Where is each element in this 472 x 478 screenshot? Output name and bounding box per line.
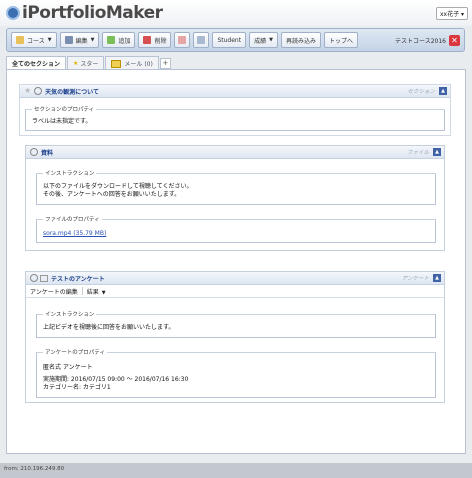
star-icon: ★ xyxy=(73,60,79,67)
edit-menu-button[interactable]: 編集 ▼ xyxy=(59,32,100,48)
info-button[interactable] xyxy=(193,32,210,48)
help-icon xyxy=(178,36,187,44)
add-icon xyxy=(107,36,116,44)
help-button[interactable] xyxy=(174,32,191,48)
reload-button[interactable]: 再読み込み xyxy=(280,32,321,48)
add-label: 追加 xyxy=(118,37,131,45)
chevron-down-icon: ▼ xyxy=(90,37,95,43)
edit-icon xyxy=(64,36,73,44)
results-label: 結果 xyxy=(86,288,99,296)
material-panel: 資料 ファイル ▲ インストラクション 以下のファイルをダウンロードして視聴して… xyxy=(25,145,445,251)
survey-category: カテゴリー名: カテゴリ1 xyxy=(43,384,111,391)
grades-label: 成績 xyxy=(254,37,267,45)
tab-label: メール (0) xyxy=(124,61,153,68)
section-properties-legend: セクションのプロパティ xyxy=(32,105,97,113)
visibility-icon[interactable] xyxy=(30,148,38,156)
star-toggle-icon[interactable]: ★ xyxy=(24,87,31,95)
student-view-button[interactable]: Student xyxy=(212,32,247,48)
client-ip: from: 210.196.249.80 xyxy=(4,466,65,472)
material-instruction: インストラクション 以下のファイルをダウンロードして視聴してください。 その後、… xyxy=(36,169,436,205)
survey-type-label: アンケート xyxy=(401,276,429,282)
close-icon[interactable]: ✕ xyxy=(449,34,460,46)
tab-mail[interactable]: メール (0) xyxy=(105,56,159,70)
gear-logo-icon xyxy=(6,6,20,20)
student-label: Student xyxy=(217,36,242,44)
main-content: ★ 天気の観測について セクション ▲ セクションのプロパティ ラベルは未指定で… xyxy=(6,69,466,454)
file-properties-legend: ファイルのプロパティ xyxy=(43,215,102,223)
section-weather: ★ 天気の観測について セクション ▲ セクションのプロパティ ラベルは未指定で… xyxy=(19,84,451,136)
grades-menu-button[interactable]: 成績 ▼ xyxy=(249,32,278,48)
app-logo[interactable]: iPortfolioMaker xyxy=(6,3,163,23)
survey-header: テストのアンケート アンケート ▲ xyxy=(26,272,444,285)
edit-label: 編集 xyxy=(75,37,88,45)
top-label: トップへ xyxy=(328,37,353,45)
visibility-icon[interactable] xyxy=(34,87,43,95)
delete-label: 削除 xyxy=(154,37,167,45)
status-footer: from: 210.196.249.80 xyxy=(0,463,472,478)
add-button[interactable]: 追加 xyxy=(102,32,136,48)
results-menu-button[interactable]: 結果 ▼ xyxy=(87,287,106,296)
instruction-legend: インストラクション xyxy=(43,169,97,177)
section-title[interactable]: 天気の観測について xyxy=(45,87,99,96)
tab-all-sections[interactable]: 全てのセクション xyxy=(6,56,67,70)
instruction-legend: インストラクション xyxy=(43,310,97,318)
material-title[interactable]: 資料 xyxy=(41,148,53,157)
chevron-down-icon: ▼ xyxy=(101,289,106,296)
collapse-icon[interactable]: ▲ xyxy=(439,87,447,95)
delete-button[interactable]: 削除 xyxy=(138,32,172,48)
file-download-link[interactable]: sora.mp4 (35.79 MB) xyxy=(43,230,106,238)
delete-icon xyxy=(143,36,152,44)
survey-instruction: インストラクション 上記ビデオを視聴後に回答をお願いいたします。 xyxy=(36,310,436,338)
course-label: コース xyxy=(27,37,45,45)
file-properties: ファイルのプロパティ sora.mp4 (35.79 MB) xyxy=(36,215,436,243)
mail-icon xyxy=(111,59,122,68)
survey-anonymous: 匿名式 アンケート xyxy=(43,364,93,371)
instruction-line-1: 以下のファイルをダウンロードして視聴してください。 xyxy=(43,183,193,190)
chevron-down-icon: ▼ xyxy=(47,37,52,43)
survey-properties-legend: アンケートのプロパティ xyxy=(43,348,107,356)
section-properties: セクションのプロパティ ラベルは未指定です。 xyxy=(25,105,445,131)
course-name: テストコース2016 xyxy=(395,37,446,45)
tab-label: スター xyxy=(80,61,99,68)
user-menu-dropdown[interactable]: xx花子 ▾ xyxy=(435,7,468,20)
survey-period: 実施期間: 2016/07/15 09:00 ～ 2016/07/16 16:3… xyxy=(43,376,189,383)
collapse-icon[interactable]: ▲ xyxy=(433,148,441,156)
top-button[interactable]: トップへ xyxy=(323,32,358,48)
section-properties-text: ラベルは未指定です。 xyxy=(32,118,92,125)
edit-survey-button[interactable]: アンケートの編集 xyxy=(30,287,78,296)
info-icon xyxy=(197,36,206,44)
app-title: iPortfolioMaker xyxy=(22,3,163,23)
tab-label: 全てのセクション xyxy=(12,61,61,68)
section-type-label: セクション xyxy=(407,89,435,95)
survey-properties: アンケートのプロパティ 匿名式 アンケート 実施期間: 2016/07/15 0… xyxy=(36,348,436,398)
survey-subtoolbar: アンケートの編集 結果 ▼ xyxy=(26,285,444,298)
survey-title[interactable]: テストのアンケート xyxy=(51,274,105,283)
tab-starred[interactable]: ★ スター xyxy=(67,56,105,70)
survey-instruction-text: 上記ビデオを視聴後に回答をお願いいたします。 xyxy=(43,324,175,331)
reload-label: 再読み込み xyxy=(285,37,316,45)
instruction-line-2: その後、アンケートへの回答をお願いいたします。 xyxy=(43,191,181,198)
main-toolbar: コース ▼ 編集 ▼ 追加 削除 Student 成績 ▼ 再読み込み トップへ テス… xyxy=(6,28,465,52)
divider xyxy=(81,287,83,295)
section-header: ★ 天気の観測について セクション ▲ xyxy=(20,85,450,98)
add-tab-button[interactable]: + xyxy=(159,58,171,69)
collapse-icon[interactable]: ▲ xyxy=(433,274,441,282)
survey-panel: テストのアンケート アンケート ▲ アンケートの編集 結果 ▼ インストラクション… xyxy=(25,271,445,403)
app-header: iPortfolioMaker xx花子 ▾ xyxy=(0,0,472,26)
lock-icon[interactable] xyxy=(40,274,48,282)
visibility-icon[interactable] xyxy=(30,274,38,282)
material-type-label: ファイル xyxy=(406,150,429,156)
chevron-down-icon: ▼ xyxy=(269,37,273,43)
material-header: 資料 ファイル ▲ xyxy=(26,146,444,159)
tab-bar: 全てのセクション ★ スター メール (0) + xyxy=(6,56,171,70)
course-menu-button[interactable]: コース ▼ xyxy=(11,32,57,48)
folder-icon xyxy=(16,36,24,44)
